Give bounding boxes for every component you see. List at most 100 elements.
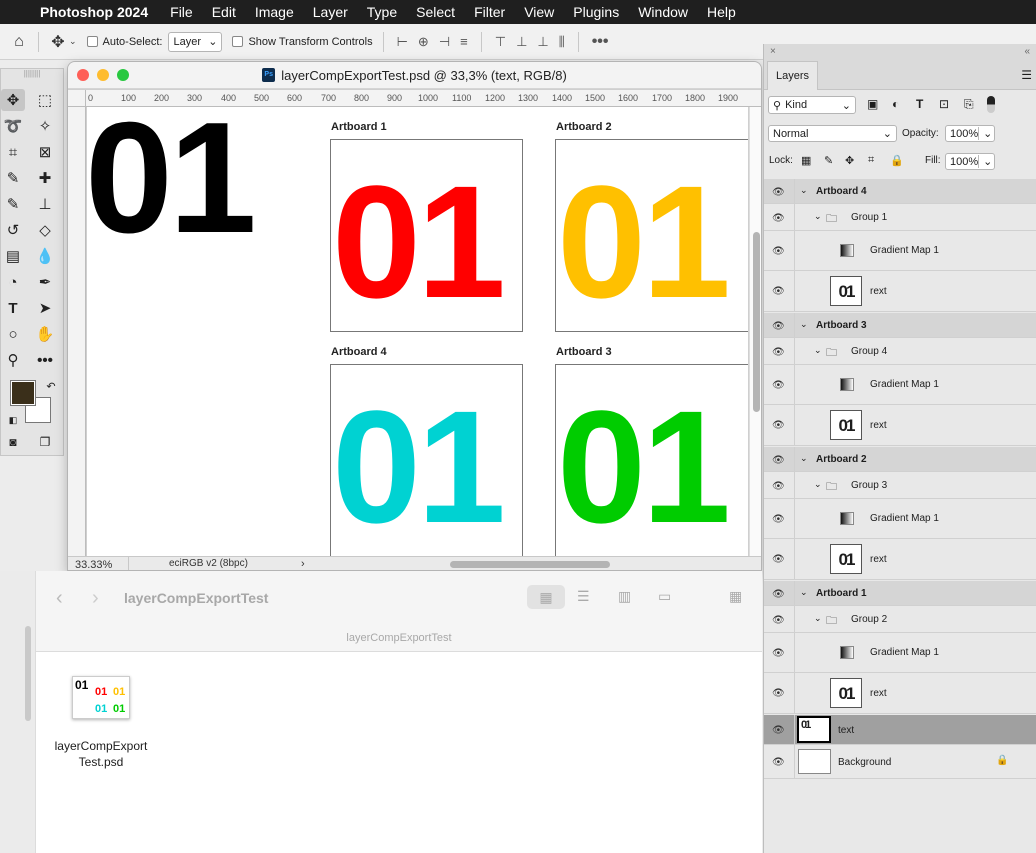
file-thumbnail[interactable]: 01 01 01 01 01 (72, 676, 130, 719)
gallery-view-icon[interactable]: ▭ (658, 588, 671, 605)
healing-brush-icon[interactable]: ✚ (33, 167, 57, 189)
chevron-down-icon[interactable]: ⌄ (814, 479, 822, 490)
auto-select-dropdown[interactable]: Layer ⌄ (168, 31, 223, 52)
ruler-origin[interactable] (68, 90, 86, 107)
artboard-label[interactable]: Artboard 2 (556, 121, 612, 133)
lock-artboard-icon[interactable]: ⌗ (868, 154, 874, 167)
chevron-down-icon[interactable]: ⌄ (800, 587, 808, 598)
group-icon[interactable]: ▦ (729, 588, 742, 605)
minimize-button[interactable] (97, 69, 109, 81)
zoom-level[interactable]: 33.33% (75, 559, 112, 570)
file-name[interactable]: layerCompExport Test.psd (40, 738, 162, 770)
adjustment-filter-icon[interactable]: ◐ (892, 97, 899, 111)
menu-layer[interactable]: Layer (313, 4, 348, 20)
shape-filter-icon[interactable]: ⊡ (939, 97, 949, 111)
dodge-tool-icon[interactable]: ◔ (1, 271, 25, 293)
panel-grip[interactable]: |||||||| (1, 69, 63, 79)
menu-view[interactable]: View (524, 4, 554, 20)
stamp-tool-icon[interactable]: ⊥ (33, 193, 57, 215)
align-top-icon[interactable]: ⊤ (495, 34, 506, 50)
lock-position-icon[interactable]: ✥ (845, 154, 854, 167)
lock-all-icon[interactable]: 🔒 (890, 154, 904, 167)
show-transform-checkbox[interactable] (232, 36, 244, 47)
layer-row-artboard[interactable]: 👁 ⌄ Artboard 2 (764, 447, 1036, 472)
more-tools-icon[interactable]: ••• (33, 349, 57, 371)
move-tool-icon[interactable]: ✥ (1, 89, 25, 111)
chevron-down-icon[interactable]: ⌄ (800, 185, 808, 196)
artboard-label[interactable]: Artboard 4 (331, 346, 387, 358)
align-middle-icon[interactable]: ⊥ (516, 34, 527, 50)
pixel-filter-icon[interactable]: ▣ (867, 97, 878, 111)
visibility-eye-icon[interactable]: 👁 (772, 481, 785, 492)
horizontal-scroll-thumb[interactable] (450, 561, 610, 568)
brush-tool-icon[interactable]: ✎ (1, 193, 25, 215)
visibility-eye-icon[interactable]: 👁 (772, 321, 785, 332)
menu-window[interactable]: Window (638, 4, 688, 20)
artboard-label[interactable]: Artboard 1 (331, 121, 387, 133)
layer-row-smart-object[interactable]: 👁 01 rext (764, 271, 1036, 312)
frame-tool-icon[interactable]: ⊠ (33, 141, 57, 163)
layer-row-background[interactable]: 👁 Background 🔒 (764, 745, 1036, 779)
type-tool-icon[interactable]: T (1, 297, 25, 319)
path-selection-icon[interactable]: ➤ (33, 297, 57, 319)
type-filter-icon[interactable]: T (916, 97, 923, 111)
visibility-eye-icon[interactable]: 👁 (772, 455, 785, 466)
swap-colors-icon[interactable]: ↶ (39, 375, 63, 397)
align-center-icon[interactable]: ⊕ (418, 34, 429, 50)
zoom-button[interactable] (117, 69, 129, 81)
visibility-eye-icon[interactable]: 👁 (772, 648, 785, 659)
lock-transparent-icon[interactable]: ▦ (801, 154, 811, 167)
chevron-down-icon[interactable]: ⌄ (814, 345, 822, 356)
layer-row-artboard[interactable]: 👁 ⌄ Artboard 3 (764, 313, 1036, 338)
eyedropper-icon[interactable]: ✎ (1, 167, 25, 189)
artboard[interactable]: 01 (330, 364, 523, 556)
gradient-tool-icon[interactable]: ▤ (1, 245, 25, 267)
layer-row-adjustment[interactable]: 👁 Gradient Map 1 (764, 231, 1036, 271)
eraser-tool-icon[interactable]: ◇ (33, 219, 57, 241)
visibility-eye-icon[interactable]: 👁 (772, 347, 785, 358)
layer-row-group[interactable]: 👁 ⌄ 🗀 Group 3 (764, 472, 1036, 499)
artboard-label[interactable]: Artboard 3 (556, 346, 612, 358)
visibility-eye-icon[interactable]: 👁 (772, 420, 785, 431)
layer-row-group[interactable]: 👁 ⌄ 🗀 Group 2 (764, 606, 1036, 633)
vertical-scrollbar[interactable] (749, 107, 761, 556)
magic-wand-icon[interactable]: ✧ (33, 115, 57, 137)
smart-object-filter-icon[interactable]: ⎘ (964, 97, 974, 112)
fill-input[interactable]: 100% ⌄ (945, 153, 995, 170)
visibility-eye-icon[interactable]: 👁 (772, 688, 785, 699)
zoom-tool-icon[interactable]: ⚲ (1, 349, 25, 371)
layer-row-smart-object[interactable]: 👁 01 rext (764, 673, 1036, 714)
chevron-down-icon[interactable]: ⌄ (800, 453, 808, 464)
scroll-thumb[interactable] (753, 232, 760, 412)
canvas[interactable]: 01 Artboard 1 01 Artboard 2 01 Artboard … (87, 107, 748, 556)
layer-row-adjustment[interactable]: 👁 Gradient Map 1 (764, 499, 1036, 539)
artboard[interactable]: 01 (330, 139, 523, 332)
column-view-icon[interactable]: ▥ (618, 588, 631, 605)
history-brush-icon[interactable]: ↺ (1, 219, 25, 241)
visibility-eye-icon[interactable]: 👁 (772, 380, 785, 391)
opacity-input[interactable]: 100% ⌄ (945, 125, 995, 142)
visibility-eye-icon[interactable]: 👁 (772, 286, 785, 297)
menu-help[interactable]: Help (707, 4, 736, 20)
lock-pixels-icon[interactable]: ✎ (824, 154, 833, 167)
canvas-text-layer[interactable]: 01 (87, 107, 257, 257)
horizontal-ruler[interactable]: 0 100 200 300 400 500 600 700 800 900 10… (86, 90, 761, 107)
list-view-icon[interactable]: ☰ (577, 588, 590, 605)
panel-menu-icon[interactable]: ☰ (1021, 68, 1032, 82)
artboard[interactable]: 01 (555, 364, 748, 556)
menu-edit[interactable]: Edit (212, 4, 236, 20)
visibility-eye-icon[interactable]: 👁 (772, 187, 785, 198)
vertical-ruler[interactable] (68, 107, 86, 556)
artboard[interactable]: 01 (555, 139, 748, 332)
visibility-eye-icon[interactable]: 👁 (772, 514, 785, 525)
layer-row-group[interactable]: 👁 ⌄ 🗀 Group 4 (764, 338, 1036, 365)
move-tool-icon[interactable]: ✥ (47, 32, 69, 52)
tab-layers[interactable]: Layers (767, 61, 818, 90)
layer-row-group[interactable]: 👁 ⌄ 🗀 Group 1 (764, 204, 1036, 231)
default-colors-icon[interactable]: ◧ (1, 409, 25, 431)
chevron-right-icon[interactable]: › (301, 558, 305, 570)
visibility-eye-icon[interactable]: 👁 (772, 589, 785, 600)
filter-kind-dropdown[interactable]: ⚲ Kind ⌄ (768, 96, 856, 114)
align-left-icon[interactable]: ⊢ (397, 34, 408, 50)
filter-toggle[interactable] (987, 96, 995, 113)
